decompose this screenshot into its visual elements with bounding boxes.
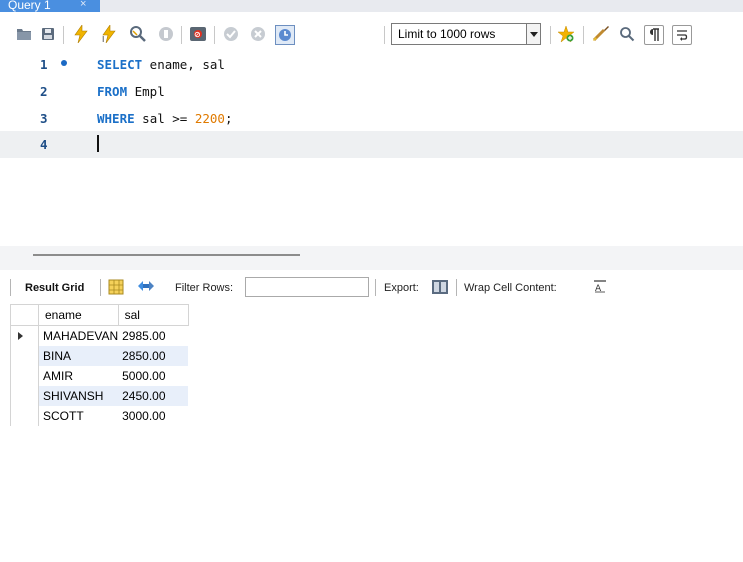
- autocommit-icon[interactable]: [275, 25, 295, 45]
- stop-icon[interactable]: [157, 25, 175, 43]
- current-row-icon: [18, 332, 23, 340]
- table-row[interactable]: SHIVANSH 2450.00: [10, 385, 189, 406]
- cell-ename[interactable]: SCOTT: [39, 406, 119, 426]
- cell-ename[interactable]: BINA: [38, 345, 119, 366]
- result-grid-tab[interactable]: Result Grid: [25, 282, 84, 294]
- column-header-ename[interactable]: ename: [38, 304, 119, 326]
- editor-line: 2 FROM Empl: [0, 78, 743, 105]
- editor-line: 1 SELECT ename, sal: [0, 51, 743, 78]
- table-row[interactable]: MAHADEVAN 2985.00: [10, 325, 189, 346]
- line-number: 2: [40, 84, 48, 99]
- bookmark-icon[interactable]: [557, 25, 575, 43]
- filter-rows-label: Filter Rows:: [175, 282, 234, 294]
- code-text: WHERE sal >= 2200;: [97, 111, 233, 126]
- svg-text:⊘: ⊘: [194, 30, 201, 39]
- table-row[interactable]: SCOTT 3000.00: [10, 405, 189, 426]
- text-caret: [97, 135, 99, 152]
- close-icon[interactable]: ×: [80, 0, 86, 10]
- splitter-handle[interactable]: [33, 254, 300, 256]
- cell-sal[interactable]: 2450.00: [118, 385, 189, 406]
- row-header[interactable]: [10, 345, 39, 366]
- chevron-down-icon[interactable]: [526, 24, 540, 44]
- grid-layout-icon[interactable]: [108, 279, 124, 295]
- line-number: 4: [40, 137, 48, 152]
- beautify-icon[interactable]: [592, 25, 610, 43]
- row-header[interactable]: [10, 385, 39, 406]
- commit-icon[interactable]: [222, 25, 240, 43]
- code-text: FROM Empl: [97, 84, 165, 99]
- refresh-icon[interactable]: [137, 279, 154, 295]
- editor-line: 3 WHERE sal >= 2200;: [0, 105, 743, 132]
- save-icon[interactable]: [39, 25, 57, 43]
- cell-ename[interactable]: AMIR: [39, 366, 119, 386]
- result-toolbar: Result Grid Filter Rows: Export: Wrap Ce…: [0, 270, 743, 304]
- cell-sal[interactable]: 2985.00: [118, 326, 188, 346]
- panel-splitter[interactable]: [0, 246, 743, 270]
- wrap-cell-icon[interactable]: A: [593, 279, 609, 295]
- cell-ename[interactable]: MAHADEVAN: [39, 326, 118, 346]
- tab-title: Query 1: [8, 0, 51, 12]
- sql-editor[interactable]: 1 SELECT ename, sal 2 FROM Empl 3 WHERE …: [0, 50, 743, 246]
- column-header-sal[interactable]: sal: [117, 304, 189, 326]
- export-icon[interactable]: [431, 279, 448, 295]
- execute-icon[interactable]: [72, 25, 90, 43]
- table-row[interactable]: AMIR 5000.00: [10, 365, 189, 386]
- row-header[interactable]: [10, 365, 39, 386]
- toggle-continue-icon[interactable]: ⊘: [189, 25, 207, 43]
- tab-query-1[interactable]: Query 1 ×: [0, 0, 100, 12]
- wrap-cell-content-label: Wrap Cell Content:: [464, 282, 557, 294]
- explain-icon[interactable]: [129, 25, 147, 43]
- row-header-corner: [10, 304, 39, 326]
- svg-text:I: I: [102, 35, 104, 43]
- wrap-icon[interactable]: [672, 25, 692, 45]
- row-header[interactable]: [10, 405, 39, 426]
- open-folder-icon[interactable]: [15, 25, 33, 43]
- cell-ename[interactable]: SHIVANSH: [38, 385, 119, 406]
- line-number: 1: [40, 57, 48, 72]
- find-icon[interactable]: [618, 25, 636, 43]
- row-header[interactable]: [10, 325, 39, 346]
- statement-marker-icon: [61, 60, 67, 66]
- rollback-icon[interactable]: [249, 25, 267, 43]
- limit-rows-value: Limit to 1000 rows: [398, 27, 496, 41]
- invisible-chars-icon[interactable]: [644, 25, 664, 45]
- code-text: SELECT ename, sal: [97, 57, 225, 72]
- table-row[interactable]: BINA 2850.00: [10, 345, 189, 366]
- limit-rows-select[interactable]: Limit to 1000 rows: [391, 23, 541, 45]
- cell-sal[interactable]: 3000.00: [118, 406, 188, 426]
- cell-sal[interactable]: 5000.00: [118, 366, 188, 386]
- export-label: Export:: [384, 282, 419, 294]
- filter-rows-input[interactable]: [245, 277, 369, 297]
- editor-line-current: 4: [0, 131, 743, 158]
- tab-strip: Query 1 ×: [0, 0, 743, 12]
- line-number: 3: [40, 111, 48, 126]
- execute-current-icon[interactable]: I: [100, 25, 118, 43]
- result-grid[interactable]: ename sal MAHADEVAN 2985.00 BINA 2850.00…: [10, 304, 189, 426]
- cell-sal[interactable]: 2850.00: [118, 345, 189, 366]
